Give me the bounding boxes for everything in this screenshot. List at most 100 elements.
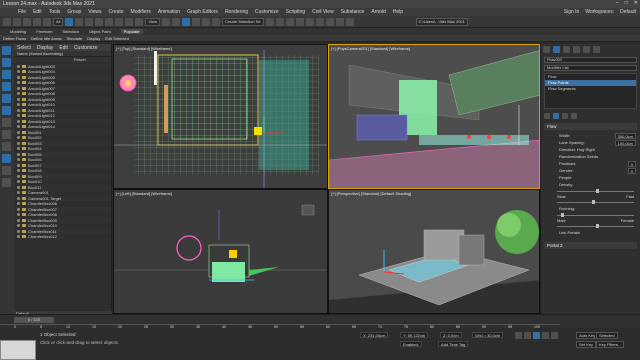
sign-in-button[interactable]: Sign In [564, 9, 580, 15]
viewport-perspective[interactable]: [+] [Perspective] [Standard] [Default Sh… [328, 189, 540, 314]
ribbon-tab-modeling[interactable]: Modeling [10, 29, 26, 34]
explorer-tab-edit[interactable]: Edit [59, 45, 68, 51]
display-all-icon[interactable] [2, 154, 11, 163]
visibility-icon[interactable] [17, 103, 20, 106]
spinner-snap-icon[interactable] [212, 17, 221, 26]
placement-icon[interactable] [135, 17, 144, 26]
angle-snap-icon[interactable] [192, 17, 201, 26]
menu-help[interactable]: Help [393, 9, 403, 15]
workspaces-select[interactable]: Default [620, 9, 636, 15]
scale-icon[interactable] [125, 17, 134, 26]
visibility-icon[interactable] [17, 185, 20, 189]
material-editor-icon[interactable] [315, 17, 324, 26]
menu-civil-view[interactable]: Civil View [312, 9, 334, 15]
menu-graph-editors[interactable]: Graph Editors [187, 9, 218, 15]
visibility-icon[interactable] [17, 70, 20, 73]
menu-customize[interactable]: Customize [255, 9, 279, 15]
viewport-label[interactable]: [+] [PhysCamera001] [Standard] [Wirefram… [331, 46, 410, 51]
unlink-icon[interactable] [33, 17, 41, 26]
go-to-start-icon[interactable] [515, 332, 522, 339]
coord-z[interactable]: Z: 0,0cm [440, 332, 462, 338]
visibility-icon[interactable] [17, 169, 20, 172]
schematic-icon[interactable] [305, 17, 314, 26]
gender-spinner[interactable]: 0 [627, 167, 636, 174]
project-path[interactable]: C:\Users\...\3ds Max 2021 [415, 17, 468, 26]
menu-rendering[interactable]: Rendering [225, 9, 248, 15]
previous-frame-icon[interactable] [524, 332, 531, 339]
direction-select[interactable]: Direction: Hug Right [541, 146, 640, 153]
visibility-icon[interactable] [17, 213, 20, 216]
stack-item[interactable]: Flow Segments [545, 86, 636, 92]
visibility-icon[interactable] [17, 92, 20, 95]
rotate-icon[interactable] [115, 17, 124, 26]
ribbon-tab-selection[interactable]: Selection [62, 29, 78, 34]
ribbon-define-flows[interactable]: Define Flows [3, 36, 26, 41]
ribbon-tab-object-paint[interactable]: Object Paint [89, 29, 111, 34]
tree-root-row[interactable]: Flower [14, 57, 111, 63]
selection-filter[interactable]: All [53, 17, 64, 26]
align-icon[interactable] [275, 17, 284, 26]
ribbon-edit-selected[interactable]: Edit Selected [105, 36, 129, 41]
next-frame-icon[interactable] [542, 332, 549, 339]
menu-create[interactable]: Create [109, 9, 124, 15]
viewport-camera[interactable]: [+] [PhysCamera001] [Standard] [Wirefram… [328, 44, 540, 189]
visibility-icon[interactable] [17, 119, 20, 123]
add-time-tag[interactable]: Add Time Tag [438, 341, 469, 347]
rect-selection-icon[interactable] [85, 17, 94, 26]
auto-key-button[interactable]: Auto Key [576, 332, 599, 339]
visibility-icon[interactable] [17, 136, 20, 139]
display-cameras-icon[interactable] [2, 82, 11, 91]
ribbon-display[interactable]: Display [87, 36, 100, 41]
visibility-icon[interactable] [17, 180, 20, 183]
visibility-icon[interactable] [17, 86, 20, 90]
select-object-icon[interactable] [65, 17, 74, 26]
percent-snap-icon[interactable] [202, 17, 211, 26]
invert-display-icon[interactable] [2, 178, 11, 187]
make-unique-icon[interactable] [562, 113, 568, 119]
render-setup-icon[interactable] [325, 17, 334, 26]
rollout-flow[interactable]: Flow [544, 123, 637, 130]
ribbon-define-idle-areas[interactable]: Define Idle Areas [31, 36, 61, 41]
visibility-icon[interactable] [17, 147, 20, 150]
modify-tab-icon[interactable] [553, 46, 560, 53]
display-groups-icon[interactable] [2, 118, 11, 127]
visibility-icon[interactable] [17, 218, 20, 222]
go-to-end-icon[interactable] [551, 332, 558, 339]
viewport-top[interactable]: [+] [Top] [Standard] [Wireframe] [113, 44, 328, 189]
pin-stack-icon[interactable] [544, 113, 550, 119]
play-icon[interactable] [533, 332, 540, 339]
key-filters-button[interactable]: Key Filters... [596, 341, 625, 348]
coord-x[interactable]: X: 231,04cm [360, 332, 389, 338]
mirror-icon[interactable] [265, 17, 274, 26]
object-name-field[interactable]: Flow001 [544, 57, 637, 63]
menu-arnold[interactable]: Arnold [371, 9, 385, 15]
visibility-icon[interactable] [17, 130, 20, 134]
menu-group[interactable]: Group [67, 9, 81, 15]
modifier-list-select[interactable]: Modifier List [544, 65, 637, 71]
select-by-name-icon[interactable] [75, 17, 84, 26]
speed-slider[interactable] [557, 199, 634, 205]
menu-edit[interactable]: Edit [33, 9, 42, 15]
move-icon[interactable] [105, 17, 114, 26]
viewport-label[interactable]: [+] [Left] [Standard] [Wireframe] [116, 191, 172, 196]
curve-editor-icon[interactable] [295, 17, 304, 26]
visibility-icon[interactable] [17, 224, 20, 227]
selected-select[interactable]: Selected [596, 332, 618, 339]
lane-spacing-spinner[interactable]: 100,0cm [614, 139, 636, 146]
layer-explorer-icon[interactable] [285, 17, 294, 26]
display-tab-icon[interactable] [583, 46, 590, 53]
keyboard-shortcut-icon[interactable] [172, 17, 181, 26]
undo-icon[interactable] [3, 17, 11, 26]
visibility-icon[interactable] [17, 196, 20, 200]
window-crossing-icon[interactable] [95, 17, 104, 26]
menu-file[interactable]: File [18, 9, 26, 15]
ribbon-tab-freeform[interactable]: Freeform [36, 29, 52, 34]
visibility-icon[interactable] [17, 75, 20, 79]
visibility-icon[interactable] [17, 81, 20, 84]
display-helpers-icon[interactable] [2, 94, 11, 103]
create-tab-icon[interactable] [543, 46, 550, 53]
visibility-icon[interactable] [17, 152, 20, 156]
visibility-icon[interactable] [17, 235, 20, 238]
display-shapes-icon[interactable] [2, 58, 11, 67]
menu-substance[interactable]: Substance [341, 9, 365, 15]
